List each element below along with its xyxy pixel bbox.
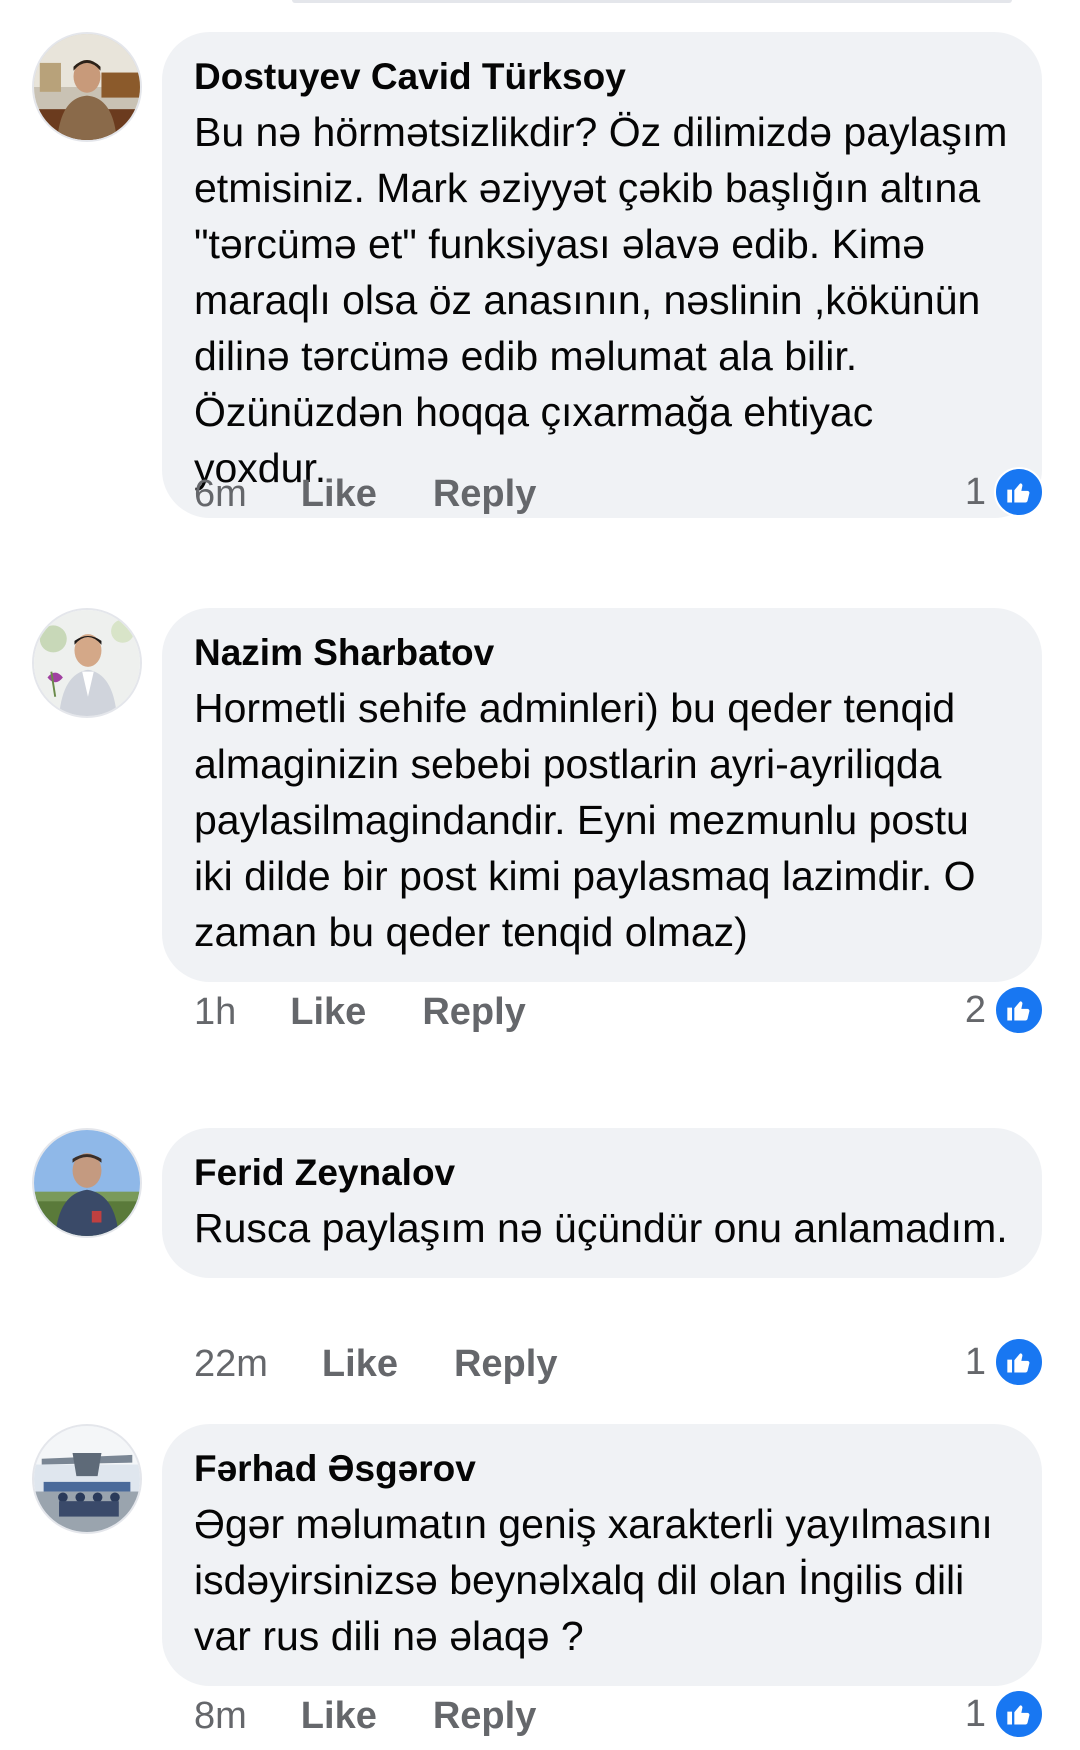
comment-bubble: Dostuyev Cavid Türksoy Bu nə hörmətsizli… bbox=[162, 32, 1042, 518]
avatar[interactable] bbox=[32, 608, 142, 718]
comment-author[interactable]: Fərhad Əsgərov bbox=[194, 1444, 1012, 1494]
reaction-count: 1 bbox=[964, 1692, 986, 1735]
reaction-count: 2 bbox=[964, 988, 986, 1031]
previous-comment-edge bbox=[292, 0, 1012, 3]
comment-time[interactable]: 6m bbox=[194, 473, 247, 516]
reaction-count: 1 bbox=[964, 470, 986, 513]
thumbs-up-icon bbox=[994, 1337, 1044, 1387]
thumbs-up-icon bbox=[994, 1689, 1044, 1739]
comment-author[interactable]: Ferid Zeynalov bbox=[194, 1148, 1012, 1198]
avatar[interactable] bbox=[32, 32, 142, 142]
comment-text: Əgər məlumatın geniş xarakterli yayılmas… bbox=[194, 1501, 993, 1659]
comment-actions: 6m Like Reply bbox=[194, 466, 536, 522]
comment-bubble: Fərhad Əsgərov Əgər məlumatın geniş xara… bbox=[162, 1424, 1042, 1686]
comment-text: Bu nə hörmətsizlikdir? Öz dilimizdə payl… bbox=[194, 109, 1008, 491]
like-button[interactable]: Like bbox=[301, 1695, 377, 1738]
thumbs-up-icon bbox=[994, 467, 1044, 517]
reaction-summary[interactable]: 2 bbox=[965, 982, 1044, 1038]
comment-author[interactable]: Dostuyev Cavid Türksoy bbox=[194, 52, 1012, 102]
reaction-summary[interactable]: 1 bbox=[965, 464, 1044, 520]
comment-actions: 22m Like Reply bbox=[194, 1336, 557, 1392]
reaction-summary[interactable]: 1 bbox=[965, 1334, 1044, 1390]
comment-time[interactable]: 8m bbox=[194, 1695, 247, 1738]
comment-text: Hormetli sehife adminleri) bu qeder tenq… bbox=[194, 685, 976, 955]
avatar-photo bbox=[34, 34, 140, 140]
avatar[interactable] bbox=[32, 1128, 142, 1238]
comment-actions: 8m Like Reply bbox=[194, 1688, 536, 1744]
comment-actions: 1h Like Reply bbox=[194, 984, 526, 1040]
reply-button[interactable]: Reply bbox=[433, 473, 536, 516]
reply-button[interactable]: Reply bbox=[433, 1695, 536, 1738]
thumbs-up-icon bbox=[994, 985, 1044, 1035]
reaction-count: 1 bbox=[964, 1340, 986, 1383]
comment-bubble: Nazim Sharbatov Hormetli sehife adminler… bbox=[162, 608, 1042, 982]
avatar-photo bbox=[34, 1130, 140, 1236]
comment-bubble: Ferid Zeynalov Rusca paylaşım nə üçündür… bbox=[162, 1128, 1042, 1278]
like-button[interactable]: Like bbox=[301, 473, 377, 516]
comment-text: Rusca paylaşım nə üçündür onu anlamadım. bbox=[194, 1205, 1008, 1251]
comment-time[interactable]: 22m bbox=[194, 1343, 268, 1386]
comment-time[interactable]: 1h bbox=[194, 991, 236, 1034]
comment-author[interactable]: Nazim Sharbatov bbox=[194, 628, 1012, 678]
reaction-summary[interactable]: 1 bbox=[965, 1686, 1044, 1742]
avatar-photo bbox=[34, 1426, 140, 1532]
avatar-photo bbox=[34, 610, 140, 716]
like-button[interactable]: Like bbox=[322, 1343, 398, 1386]
like-button[interactable]: Like bbox=[290, 991, 366, 1034]
reply-button[interactable]: Reply bbox=[422, 991, 525, 1034]
avatar[interactable] bbox=[32, 1424, 142, 1534]
reply-button[interactable]: Reply bbox=[454, 1343, 557, 1386]
